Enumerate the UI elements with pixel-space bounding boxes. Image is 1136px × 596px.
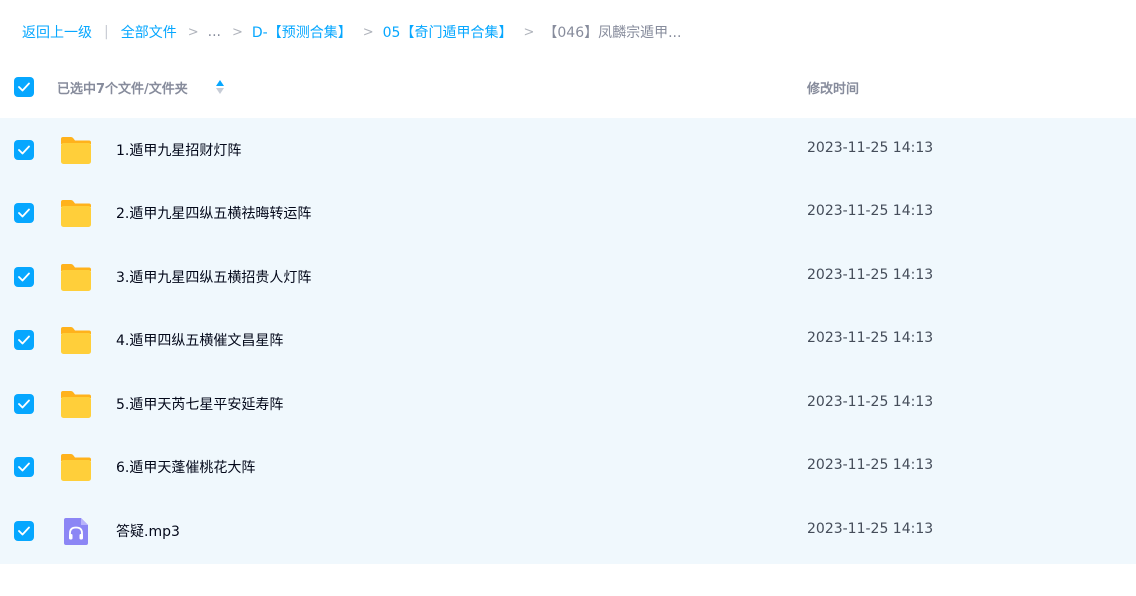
folder-icon [61,137,91,164]
folder-icon [61,200,91,227]
folder-icon [61,454,91,481]
file-modified-time: 2023-11-25 14:13 [807,140,934,156]
file-browser: 返回上一级 | 全部文件 > ... > D-【预测合集】 > 05【奇门遁甲合… [0,0,1136,596]
selection-count-label: 已选中7个文件/文件夹 [57,82,188,97]
breadcrumb-current: 【046】凤麟宗遁甲... [543,25,682,41]
file-row[interactable]: 5.遁甲天芮七星平安延寿阵 2023-11-25 14:13 [0,372,1136,435]
breadcrumb-item-qimen[interactable]: 05【奇门遁甲合集】 [383,22,513,42]
file-modified-time: 2023-11-25 14:13 [807,267,934,283]
check-icon [18,335,30,345]
file-modified-time: 2023-11-25 14:13 [807,521,934,537]
select-all-checkbox[interactable] [14,77,34,97]
check-icon [18,526,30,536]
breadcrumb-item-ellipsis[interactable]: ... [208,24,221,40]
file-row[interactable]: 1.遁甲九星招财灯阵 2023-11-25 14:13 [0,118,1136,181]
file-name[interactable]: 6.遁甲天蓬催桃花大阵 [116,457,255,477]
breadcrumb-divider: | [104,24,109,40]
row-checkbox[interactable] [14,457,34,477]
file-name[interactable]: 3.遁甲九星四纵五横招贵人灯阵 [116,267,311,287]
row-checkbox[interactable] [14,394,34,414]
file-modified-time: 2023-11-25 14:13 [807,203,934,219]
chevron-right-icon: > [523,24,535,40]
chevron-right-icon: > [187,24,199,40]
list-header: 已选中7个文件/文件夹 修改时间 [0,65,1136,109]
file-row[interactable]: 3.遁甲九星四纵五横招贵人灯阵 2023-11-25 14:13 [0,245,1136,308]
row-checkbox[interactable] [14,267,34,287]
row-checkbox[interactable] [14,521,34,541]
folder-icon [61,327,91,354]
file-row[interactable]: 4.遁甲四纵五横催文昌星阵 2023-11-25 14:13 [0,308,1136,371]
check-icon [18,82,30,92]
back-link[interactable]: 返回上一级 [22,22,92,42]
modified-time-header[interactable]: 修改时间 [807,78,859,97]
file-name[interactable]: 2.遁甲九星四纵五横祛晦转运阵 [116,203,311,223]
file-name[interactable]: 4.遁甲四纵五横催文昌星阵 [116,330,283,350]
audio-file-icon [64,518,88,545]
file-row[interactable]: 答疑.mp3 2023-11-25 14:13 [0,499,1136,562]
file-row[interactable]: 2.遁甲九星四纵五横祛晦转运阵 2023-11-25 14:13 [0,181,1136,244]
check-icon [18,399,30,409]
chevron-right-icon: > [231,24,243,40]
breadcrumb-item-prediction[interactable]: D-【预测合集】 [252,22,352,42]
file-modified-time: 2023-11-25 14:13 [807,457,934,473]
file-list: 1.遁甲九星招财灯阵 2023-11-25 14:13 2.遁甲九星四纵五横祛晦… [0,118,1136,564]
file-name[interactable]: 答疑.mp3 [116,521,180,541]
file-modified-time: 2023-11-25 14:13 [807,330,934,346]
row-checkbox[interactable] [14,203,34,223]
chevron-right-icon: > [362,24,374,40]
check-icon [18,272,30,282]
check-icon [18,462,30,472]
file-name[interactable]: 5.遁甲天芮七星平安延寿阵 [116,394,283,414]
file-name[interactable]: 1.遁甲九星招财灯阵 [116,140,241,160]
file-row[interactable]: 6.遁甲天蓬催桃花大阵 2023-11-25 14:13 [0,435,1136,498]
breadcrumb-item-all-files[interactable]: 全部文件 [121,22,177,42]
folder-icon [61,264,91,291]
file-modified-time: 2023-11-25 14:13 [807,394,934,410]
folder-icon [61,391,91,418]
row-checkbox[interactable] [14,140,34,160]
check-icon [18,208,30,218]
row-checkbox[interactable] [14,330,34,350]
check-icon [18,145,30,155]
breadcrumb: 返回上一级 | 全部文件 > ... > D-【预测合集】 > 05【奇门遁甲合… [22,20,681,44]
sort-icon[interactable] [215,78,225,96]
